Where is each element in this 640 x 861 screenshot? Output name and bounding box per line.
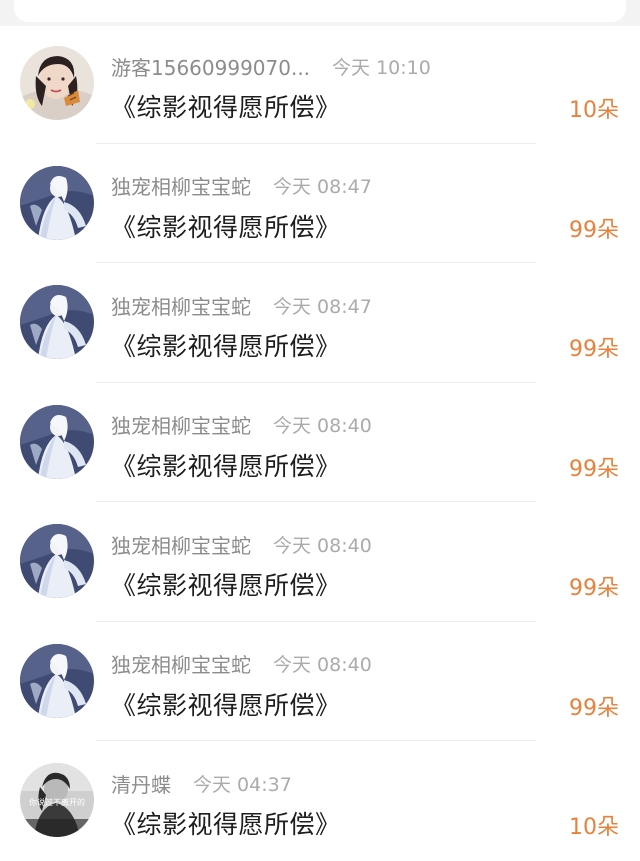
- flower-count: 10朵: [569, 98, 619, 123]
- item-meta: 独宠相柳宝宝蛇 今天 08:40: [111, 529, 372, 559]
- list-item[interactable]: 独宠相柳宝宝蛇 今天 08:40 《综影视得愿所偿》 99朵: [0, 622, 640, 741]
- user-name[interactable]: 清丹蝶: [111, 769, 171, 798]
- user-name[interactable]: 独宠相柳宝宝蛇: [111, 171, 251, 200]
- avatar[interactable]: 你说过不离开的: [20, 763, 94, 837]
- book-title[interactable]: 《综影视得愿所偿》: [111, 86, 341, 126]
- book-title[interactable]: 《综影视得愿所偿》: [111, 684, 341, 724]
- list-item[interactable]: 你说过不离开的 清丹蝶 今天 04:37 《综影视得愿所偿》 10朵: [0, 741, 640, 861]
- top-bar: [0, 0, 640, 26]
- user-name[interactable]: 独宠相柳宝宝蛇: [111, 649, 251, 678]
- timestamp: 今天 04:37: [193, 773, 292, 796]
- book-title[interactable]: 《综影视得愿所偿》: [111, 803, 341, 843]
- flower-count: 99朵: [569, 695, 619, 721]
- item-meta: 独宠相柳宝宝蛇 今天 08:47: [111, 171, 372, 201]
- flower-count: 99朵: [569, 217, 619, 243]
- avatar[interactable]: [20, 643, 94, 718]
- flower-count: 10朵: [569, 815, 619, 840]
- avatar[interactable]: [20, 46, 94, 120]
- timestamp: 今天 08:40: [273, 415, 372, 437]
- list-item[interactable]: 独宠相柳宝宝蛇 今天 08:47 《综影视得愿所偿》 99朵: [0, 263, 640, 383]
- avatar[interactable]: [20, 285, 94, 359]
- item-meta: 游客15660999070... 今天 10:10: [111, 51, 431, 81]
- avatar[interactable]: [20, 165, 94, 240]
- timestamp: 今天 08:47: [273, 176, 372, 198]
- book-title[interactable]: 《综影视得愿所偿》: [111, 445, 341, 485]
- list-item[interactable]: 游客15660999070... 今天 10:10 《综影视得愿所偿》 10朵: [0, 24, 640, 144]
- list-item[interactable]: 独宠相柳宝宝蛇 今天 08:40 《综影视得愿所偿》 99朵: [0, 502, 640, 622]
- flower-count: 99朵: [569, 576, 619, 601]
- item-meta: 独宠相柳宝宝蛇 今天 08:40: [111, 410, 372, 440]
- list-item[interactable]: 独宠相柳宝宝蛇 今天 08:47 《综影视得愿所偿》 99朵: [0, 144, 640, 263]
- timestamp: 今天 08:47: [273, 295, 372, 318]
- user-name[interactable]: 独宠相柳宝宝蛇: [111, 530, 251, 559]
- list-item[interactable]: 独宠相柳宝宝蛇 今天 08:40 《综影视得愿所偿》 99朵: [0, 383, 640, 502]
- timestamp: 今天 08:40: [273, 534, 372, 557]
- search-box[interactable]: [14, 0, 626, 22]
- flower-count: 99朵: [569, 337, 619, 362]
- book-title[interactable]: 《综影视得愿所偿》: [111, 206, 341, 246]
- avatar[interactable]: [20, 524, 94, 598]
- user-name[interactable]: 独宠相柳宝宝蛇: [111, 410, 251, 439]
- item-meta: 独宠相柳宝宝蛇 今天 08:47: [111, 290, 372, 320]
- book-title[interactable]: 《综影视得愿所偿》: [111, 325, 341, 365]
- book-title[interactable]: 《综影视得愿所偿》: [111, 564, 341, 604]
- item-meta: 清丹蝶 今天 04:37: [111, 768, 292, 798]
- user-name[interactable]: 独宠相柳宝宝蛇: [111, 291, 251, 320]
- timestamp: 今天 10:10: [332, 56, 431, 79]
- avatar-caption: 你说过不离开的: [29, 797, 85, 807]
- user-name[interactable]: 游客15660999070...: [111, 52, 310, 81]
- flower-count: 99朵: [569, 456, 619, 482]
- timestamp: 今天 08:40: [273, 654, 372, 676]
- avatar[interactable]: [20, 404, 94, 479]
- item-meta: 独宠相柳宝宝蛇 今天 08:40: [111, 649, 372, 679]
- gift-record-list: 游客15660999070... 今天 10:10 《综影视得愿所偿》 10朵 …: [0, 24, 640, 861]
